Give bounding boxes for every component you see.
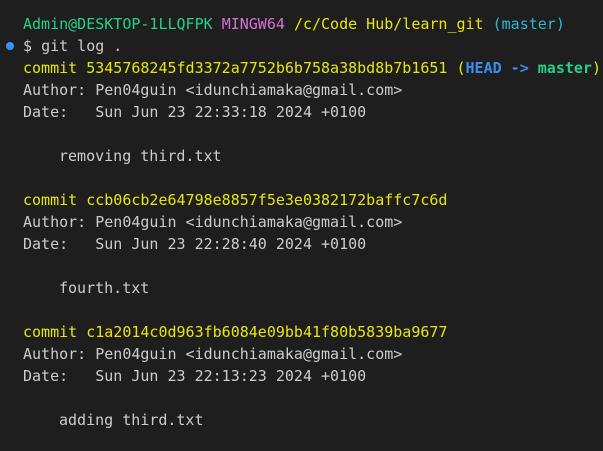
author-value: Pen04guin <idunchiamaka@gmail.com>: [95, 345, 403, 363]
date-value: Sun Jun 23 22:28:40 2024 +0100: [95, 235, 367, 253]
author-line: Author: Pen04guin <idunchiamaka@gmail.co…: [0, 211, 603, 233]
date-line: Date: Sun Jun 23 22:28:40 2024 +0100: [0, 233, 603, 255]
date-line: Date: Sun Jun 23 22:33:18 2024 +0100: [0, 101, 603, 123]
date-label: Date:: [23, 103, 69, 121]
commit-message: removing third.txt: [0, 145, 603, 167]
commit-label: commit: [23, 59, 78, 77]
author-label: Author:: [23, 81, 87, 99]
commit-message-text: adding third.txt: [59, 411, 204, 429]
prompt-user-host: Admin@DESKTOP-1LLQFPK: [23, 15, 213, 33]
prompt-path: /c/Code Hub/learn_git: [293, 15, 484, 33]
ref-head: HEAD: [465, 59, 502, 77]
commit-message-text: fourth.txt: [59, 279, 150, 297]
author-label: Author:: [23, 213, 87, 231]
date-value: Sun Jun 23 22:13:23 2024 +0100: [95, 367, 367, 385]
author-value: Pen04guin <idunchiamaka@gmail.com>: [95, 81, 403, 99]
ref-open-paren: (: [456, 59, 466, 77]
author-line: Author: Pen04guin <idunchiamaka@gmail.co…: [0, 343, 603, 365]
prompt-branch: (master): [492, 15, 565, 33]
prompt-system: MINGW64: [221, 15, 285, 33]
date-label: Date:: [23, 235, 69, 253]
terminal-window[interactable]: Admin@DESKTOP-1LLQFPK MINGW64 /c/Code Hu…: [0, 0, 603, 451]
date-value: Sun Jun 23 22:33:18 2024 +0100: [95, 103, 367, 121]
author-line: Author: Pen04guin <idunchiamaka@gmail.co…: [0, 79, 603, 101]
commit-line: commit 5345768245fd3372a7752b6b758a38bd8…: [0, 57, 603, 79]
date-line: Date: Sun Jun 23 22:13:23 2024 +0100: [0, 365, 603, 387]
commit-message: adding third.txt: [0, 409, 603, 431]
command-decoration-icon[interactable]: [6, 42, 14, 50]
ref-arrow: ->: [510, 59, 529, 77]
commit-message-text: removing third.txt: [59, 147, 222, 165]
commit-label: commit: [23, 323, 78, 341]
author-value: Pen04guin <idunchiamaka@gmail.com>: [95, 213, 403, 231]
commit-label: commit: [23, 191, 78, 209]
command-text: git log .: [41, 37, 123, 55]
commit-line: commit c1a2014c0d963fb6084e09bb41f80b583…: [0, 321, 603, 343]
ref-close-paren: ): [591, 59, 601, 77]
date-label: Date:: [23, 367, 69, 385]
commit-line: commit ccb06cb2e64798e8857f5e3e0382172ba…: [0, 189, 603, 211]
command-prompt-symbol: $: [23, 37, 33, 55]
commit-hash: c1a2014c0d963fb6084e09bb41f80b5839ba9677: [86, 323, 448, 341]
author-label: Author:: [23, 345, 87, 363]
commit-message: fourth.txt: [0, 277, 603, 299]
ref-branch: master: [537, 59, 592, 77]
commit-hash: ccb06cb2e64798e8857f5e3e0382172baffc7c6d: [86, 191, 448, 209]
commit-hash: 5345768245fd3372a7752b6b758a38bd8b7b1651: [86, 59, 448, 77]
prompt-line: Admin@DESKTOP-1LLQFPK MINGW64 /c/Code Hu…: [0, 13, 603, 35]
command-line: $ git log .: [0, 35, 603, 57]
